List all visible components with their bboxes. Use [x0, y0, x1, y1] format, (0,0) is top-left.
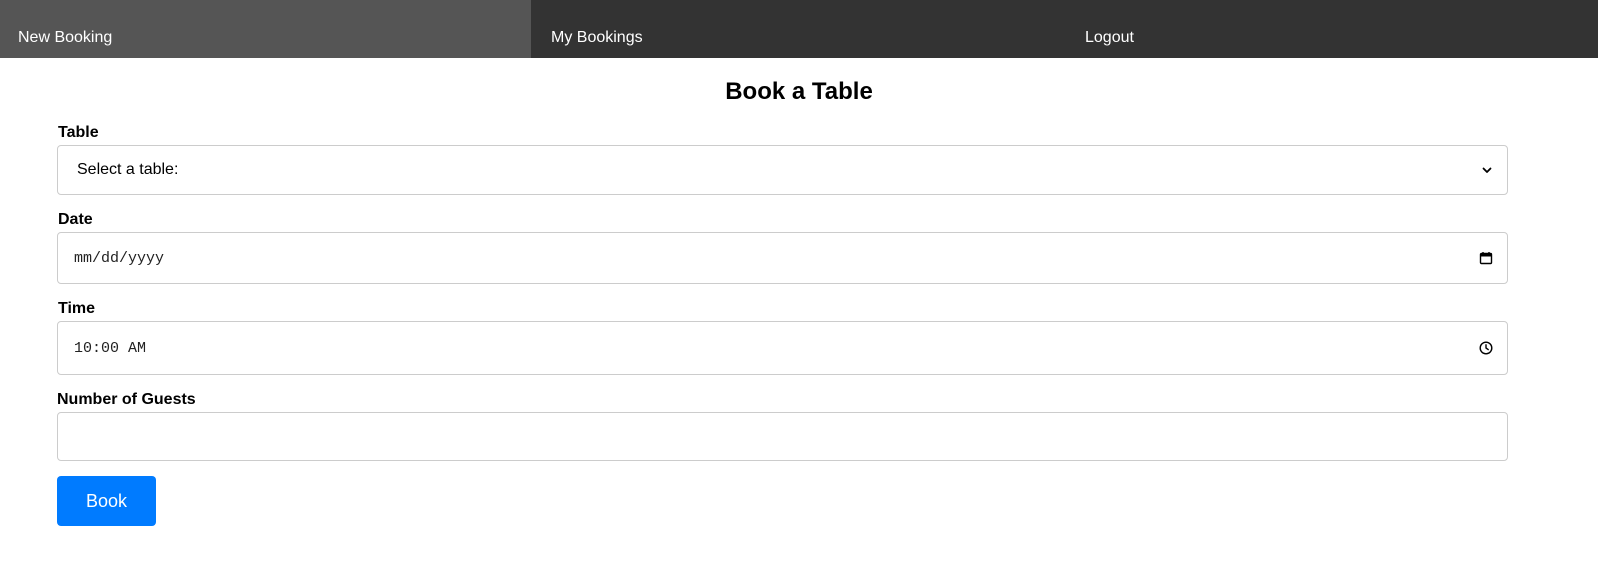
book-button[interactable]: Book	[57, 476, 156, 526]
time-input-value: 10:00 AM	[74, 339, 147, 357]
top-nav: New Booking My Bookings Logout	[0, 0, 1598, 58]
table-label: Table	[58, 124, 99, 141]
date-label: Date	[58, 211, 93, 228]
date-input[interactable]: mm/dd/yyyy	[57, 232, 1508, 284]
time-label: Time	[58, 300, 96, 317]
chevron-down-icon	[1481, 164, 1493, 176]
time-input[interactable]: 10:00 AM	[57, 321, 1508, 375]
clock-icon[interactable]	[1479, 341, 1493, 355]
nav-my-bookings[interactable]: My Bookings	[531, 0, 1064, 58]
table-select-value: Select a table:	[77, 161, 179, 178]
guests-input[interactable]	[57, 412, 1508, 461]
booking-form: Table Select a table: Date mm/dd/yyyy Ti…	[57, 120, 1508, 526]
nav-new-booking[interactable]: New Booking	[0, 0, 531, 58]
nav-logout[interactable]: Logout	[1064, 0, 1598, 58]
calendar-icon[interactable]	[1479, 251, 1493, 265]
page-title: Book a Table	[725, 78, 873, 105]
table-select[interactable]: Select a table:	[57, 145, 1508, 195]
guests-label: Number of Guests	[57, 391, 196, 408]
date-input-value: mm/dd/yyyy	[74, 249, 165, 267]
